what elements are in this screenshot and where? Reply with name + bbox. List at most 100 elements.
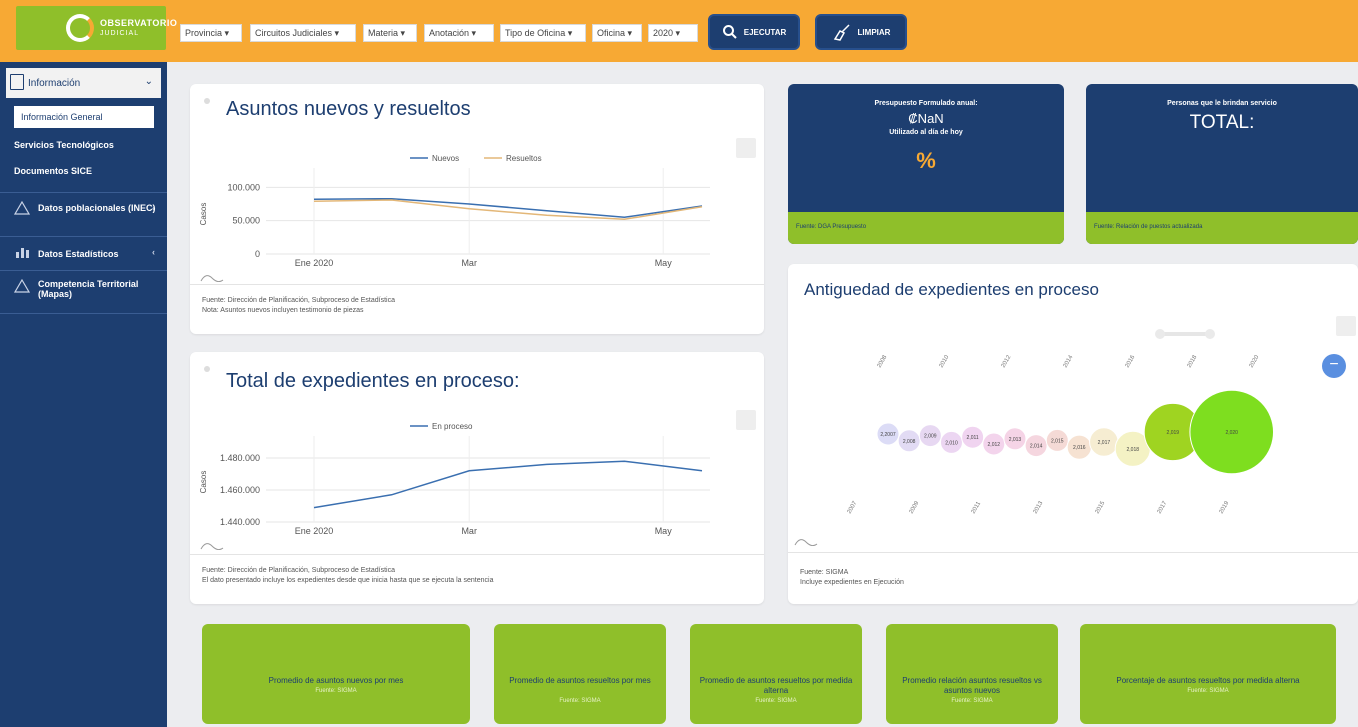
sidebar-item-servicios[interactable]: Servicios Tecnológicos (14, 140, 114, 150)
card-age: Antiguedad de expedientes en proceso − 2… (788, 264, 1358, 604)
sidebar-section-informacion[interactable]: Información ⌄ (6, 68, 161, 98)
kpi-card-medida-alterna: Promedio de asuntos resueltos por medida… (690, 624, 862, 724)
chart-new-resolved: 100.000 50.000 0 Ene 2020 Mar May Casos Nuevos R… (199, 154, 710, 268)
stat-value: TOTAL: (1189, 112, 1255, 133)
x-tick-label: Mar (461, 526, 477, 536)
clear-button[interactable]: LIMPIAR (815, 14, 907, 50)
top-bar: OBSERVATORIO JUDICIAL Provincia ▾ Circui… (0, 0, 1358, 62)
x-tick-label: May (655, 258, 673, 268)
card-note: Nota: Asuntos nuevos incluyen testimonio… (202, 307, 364, 314)
series-line (313, 460, 703, 509)
sidebar-group-competencia[interactable]: Competencia Territorial (Mapas) (0, 270, 167, 314)
reset-zoom-icon[interactable] (200, 272, 224, 282)
chart-menu-button[interactable] (1336, 316, 1356, 336)
bubble-label: 2,008 (903, 439, 916, 445)
bubble-label: 2,019 (1167, 430, 1180, 436)
card-title: Antiguedad de expedientes en proceso (804, 280, 1099, 299)
y-tick-label: 0 (255, 249, 260, 259)
chevron-left-icon: ‹ (152, 247, 155, 257)
bubble-label: 2,012 (988, 442, 1001, 448)
legend-label: En proceso (432, 422, 473, 431)
bubble-label: 2,014 (1030, 444, 1043, 450)
card-title: Total de expedientes en proceso: (226, 370, 520, 392)
card-note: Incluye expedientes en Ejecución (800, 579, 904, 586)
top-tick-label: 2014 (1063, 354, 1075, 369)
x-tick-label: Mar (461, 258, 477, 268)
kpi-source: Fuente: SIGMA (951, 698, 993, 704)
top-tick-label: 2012 (1001, 354, 1013, 369)
stat-footer: Fuente: DGA Presupuesto (788, 212, 1064, 244)
card-dot (204, 98, 210, 104)
kpi-source: Fuente: SIGMA (755, 698, 797, 704)
sidebar-group-datos-estadisticos[interactable]: Datos Estadísticos ‹ (0, 236, 167, 270)
filter-provincia[interactable]: Provincia ▾ (180, 24, 242, 42)
sidebar-item-informacion-general[interactable]: Información General (14, 106, 154, 128)
filter-oficina[interactable]: Oficina ▾ (592, 24, 642, 42)
clear-label: LIMPIAR (857, 27, 891, 37)
stat-footer: Fuente: Relación de puestos actualizada (1086, 212, 1358, 244)
top-tick-label: 2016 (1125, 354, 1137, 369)
kpi-card-nuevos: Promedio de asuntos nuevos por mes Fuent… (202, 624, 470, 724)
y-tick-label: 100.000 (227, 182, 260, 192)
card-note: El dato presentado incluye los expedient… (202, 577, 494, 584)
x-tick-label: Ene 2020 (295, 526, 334, 536)
bubble-label: 2,015 (1051, 438, 1064, 444)
bottom-tick-label: 2011 (971, 500, 983, 515)
sidebar-group-datos-poblacionales[interactable]: Datos poblacionales (INEC) ‹ (0, 192, 167, 236)
divider (788, 552, 1358, 553)
stat-budget: Presupuesto Formulado anual: ₡NaN Utiliz… (788, 84, 1064, 244)
y-tick-label: 50.000 (232, 216, 260, 226)
bubble-label: 2,013 (1009, 437, 1022, 443)
y-axis-label: Casos (199, 203, 208, 226)
bottom-tick-label: 2007 (847, 500, 859, 515)
execute-button[interactable]: EJECUTAR (708, 14, 800, 50)
bubble-label: 2,017 (1098, 440, 1111, 446)
execute-label: EJECUTAR (743, 27, 787, 37)
stat-title: Presupuesto Formulado anual: (874, 100, 978, 107)
reset-zoom-icon[interactable] (794, 536, 818, 546)
stat-staff: Personas que le brindan servicio TOTAL: … (1086, 84, 1358, 244)
map-icon (14, 279, 30, 293)
x-tick-label: Ene 2020 (295, 258, 334, 268)
bubble-label: 2,020 (1225, 430, 1238, 436)
card-in-process: Total de expedientes en proceso: 1.480.0… (190, 352, 764, 604)
warning-icon (14, 201, 30, 215)
logo-icon (66, 14, 94, 42)
filter-materia[interactable]: Materia ▾ (363, 24, 417, 42)
y-axis-label: Casos (199, 471, 208, 494)
top-tick-label: 2008 (877, 354, 889, 369)
bubble-label: 2,011 (967, 435, 979, 441)
kpi-card-relacion: Promedio relación asuntos resueltos vs a… (886, 624, 1058, 724)
legend-label: Nuevos (432, 154, 459, 163)
kpi-source: Fuente: SIGMA (559, 698, 601, 704)
bubble-label: 2,2007 (880, 432, 896, 438)
reset-zoom-icon[interactable] (200, 540, 224, 550)
divider (190, 284, 764, 285)
stat-value: ₡NaN (908, 111, 944, 126)
filter-year[interactable]: 2020 ▾ (648, 24, 698, 42)
card-source: Fuente: Dirección de Planificación, Subp… (202, 297, 395, 304)
logo[interactable]: OBSERVATORIO JUDICIAL (16, 6, 177, 50)
chevron-left-icon: ‹ (152, 203, 155, 213)
stat-title: Personas que le brindan servicio (1167, 100, 1277, 107)
bottom-tick-label: 2015 (1095, 500, 1107, 515)
filter-anotacion[interactable]: Anotación ▾ (424, 24, 494, 42)
bubble-label: 2,009 (924, 434, 937, 440)
chevron-down-icon: ⌄ (144, 76, 153, 87)
card-title: Asuntos nuevos y resueltos (226, 98, 471, 120)
bubble-label: 2,018 (1127, 447, 1140, 453)
bottom-tick-label: 2019 (1219, 500, 1231, 515)
filter-circuitos[interactable]: Circuitos Judiciales ▾ (250, 24, 356, 42)
stat-percent: % (916, 148, 936, 173)
filter-tipo-oficina[interactable]: Tipo de Oficina ▾ (500, 24, 586, 42)
kpi-card-resueltos: Promedio de asuntos resueltos por mes Fu… (494, 624, 666, 724)
x-tick-label: May (655, 526, 673, 536)
bar-chart-icon (16, 248, 29, 258)
stat-subtitle: Utilizado al día de hoy (889, 129, 963, 136)
y-tick-label: 1.480.000 (220, 453, 260, 463)
sidebar-item-documentos[interactable]: Documentos SICE (14, 166, 92, 176)
divider (190, 554, 764, 555)
bubble-label: 2,010 (945, 440, 958, 446)
search-icon (722, 25, 737, 39)
logo-title: OBSERVATORIO (100, 18, 178, 28)
